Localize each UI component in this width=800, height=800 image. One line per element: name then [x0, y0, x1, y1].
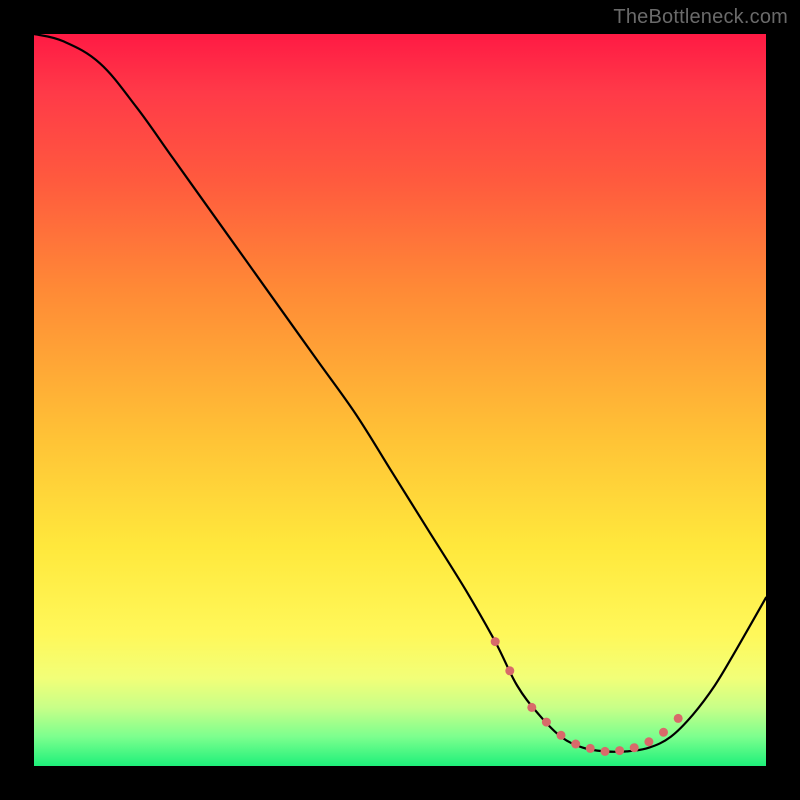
- marker-dot: [601, 747, 610, 756]
- watermark-text: TheBottleneck.com: [613, 6, 788, 29]
- marker-dot: [491, 637, 500, 646]
- marker-dot: [557, 731, 566, 740]
- marker-dot: [659, 728, 668, 737]
- plot-area: [34, 34, 766, 766]
- marker-dot: [542, 718, 551, 727]
- marker-dot: [527, 703, 536, 712]
- marker-dot: [571, 740, 580, 749]
- optimal-range-dots: [491, 637, 683, 756]
- curve-svg: [34, 34, 766, 766]
- marker-dot: [505, 666, 514, 675]
- marker-dot: [644, 737, 653, 746]
- marker-dot: [615, 746, 624, 755]
- marker-dot: [586, 744, 595, 753]
- bottleneck-curve-path: [34, 34, 766, 752]
- chart-frame: TheBottleneck.com: [0, 0, 800, 800]
- marker-dot: [674, 714, 683, 723]
- marker-dot: [630, 743, 639, 752]
